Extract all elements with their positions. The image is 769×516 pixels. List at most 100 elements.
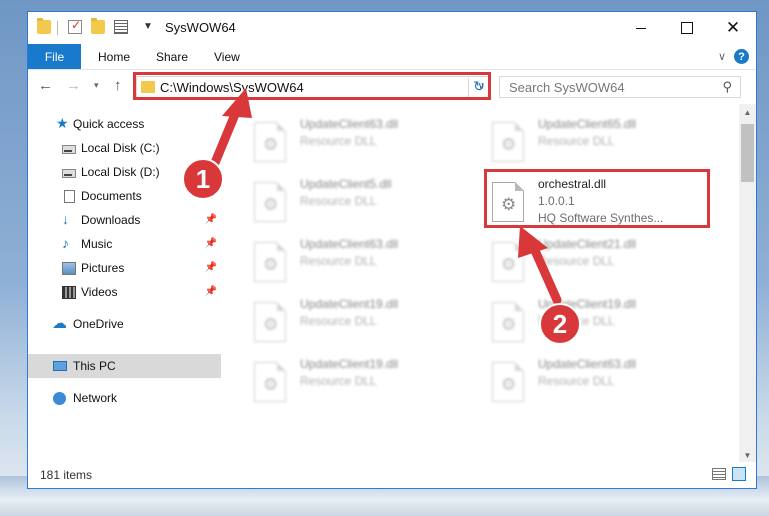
tab-file[interactable]: File [28,44,81,69]
dll-file-icon: ⚙ [254,242,286,282]
disk-icon [62,145,76,154]
gear-icon: ⚙ [263,255,279,274]
new-folder-icon[interactable] [91,18,105,34]
scroll-up-icon[interactable]: ▲ [739,104,756,121]
scroll-thumb[interactable] [741,124,754,182]
file-type: Resource DLL [300,374,377,388]
music-icon: ♪ [62,235,69,251]
forward-button[interactable]: → [66,77,81,94]
document-icon [64,190,75,203]
pictures-icon [62,262,76,275]
sidebar-item-local-disk-c[interactable]: Local Disk (C:) [28,136,221,160]
videos-icon [62,286,76,299]
close-button[interactable]: ✕ [710,12,756,44]
sidebar-item-pictures[interactable]: Pictures 📌 [28,256,221,280]
network-icon [53,392,66,405]
sidebar-item-quick-access[interactable]: ★ Quick access [28,112,221,136]
dll-file-icon: ⚙ [492,242,524,282]
file-type: Resource DLL [300,314,377,328]
sidebar-item-label: Quick access [73,117,145,131]
sidebar-item-label: Downloads [81,213,141,227]
status-bar: 181 items [28,462,756,488]
sidebar-item-onedrive[interactable]: ☁ OneDrive [28,312,221,336]
sidebar-item-videos[interactable]: Videos 📌 [28,280,221,304]
minimize-button[interactable] [618,12,664,44]
expand-ribbon-icon[interactable]: ∨ [718,50,726,63]
sidebar-item-music[interactable]: ♪ Music 📌 [28,232,221,256]
file-name: UpdateClient63.dll [538,357,637,371]
step-marker-2: 2 [539,303,581,345]
gear-icon: ⚙ [501,375,517,394]
dll-file-icon: ⚙ [492,302,524,342]
pin-icon[interactable]: 📌 [205,214,217,225]
sidebar-item-label: Local Disk (D:) [81,165,160,179]
file-name: UpdateClient5.dll [300,177,392,191]
back-button[interactable]: ← [38,77,53,94]
file-item[interactable]: ⚙ UpdateClient19.dll Resource DLL [246,294,476,350]
vertical-scrollbar[interactable]: ▲ ▼ [739,104,756,464]
sidebar-item-label: Videos [81,285,118,299]
maximize-button[interactable] [664,12,710,44]
up-button[interactable]: ↑ [114,77,122,94]
search-input[interactable]: Search SysWOW64 ⚲ [499,76,741,98]
step-marker-1: 1 [182,158,224,200]
pin-icon[interactable]: 📌 [205,262,217,273]
sidebar-item-label: Local Disk (C:) [81,141,160,155]
gear-icon: ⚙ [501,135,517,154]
navigation-pane: ★ Quick access Local Disk (C:) Local Dis… [28,104,221,464]
pin-icon[interactable]: 📌 [205,286,217,297]
file-item[interactable]: ⚙ UpdateClient21.dll Resource DLL [484,234,714,290]
file-item[interactable]: ⚙ UpdateClient63.dll Resource DLL [246,234,476,290]
title-separator [57,21,58,35]
file-type: Resource DLL [538,254,615,268]
tab-view[interactable]: View [214,50,240,64]
properties-icon[interactable] [68,18,82,34]
file-item[interactable]: ⚙ UpdateClient5.dll Resource DLL [246,174,476,230]
folder-icon[interactable] [37,18,51,34]
customize-view-icon[interactable] [114,20,128,34]
sidebar-item-label: Pictures [81,261,125,275]
recent-locations-button[interactable]: ▾ [94,80,99,91]
dll-file-icon: ⚙ [254,362,286,402]
gear-icon: ⚙ [263,195,279,214]
quick-access-toolbar-dropdown-icon[interactable]: ▼ [143,21,153,32]
pin-icon[interactable]: 📌 [205,238,217,249]
gear-icon: ⚙ [263,135,279,154]
large-icons-view-icon[interactable] [732,467,746,481]
sidebar-item-this-pc[interactable]: This PC [28,354,221,378]
sidebar-item-downloads[interactable]: ↓ Downloads 📌 [28,208,221,232]
tab-home[interactable]: Home [98,50,130,64]
dll-file-icon: ⚙ [254,182,286,222]
gear-icon: ⚙ [263,375,279,394]
gear-icon: ⚙ [501,315,517,334]
search-placeholder: Search SysWOW64 [509,80,625,95]
star-icon: ★ [56,115,69,131]
help-icon[interactable]: ? [734,49,749,64]
window-title: SysWOW64 [165,20,236,35]
cloud-icon: ☁ [52,315,67,332]
file-item[interactable]: ⚙ UpdateClient63.dll Resource DLL [246,114,476,170]
ribbon: File Home Share View ∨ ? [28,44,756,70]
details-view-icon[interactable] [712,468,726,480]
file-item[interactable]: ⚙ UpdateClient63.dll Resource DLL [484,354,714,410]
file-item[interactable]: ⚙ UpdateClient19.dll Resource DLL [484,294,714,350]
file-type: Resource DLL [300,194,377,208]
file-name: UpdateClient19.dll [300,297,399,311]
title-bar: ▼ SysWOW64 ✕ [28,12,756,44]
file-type: Resource DLL [300,254,377,268]
sidebar-item-network[interactable]: Network [28,386,221,410]
file-name: UpdateClient63.dll [300,237,399,251]
gear-icon: ⚙ [263,315,279,334]
gear-icon: ⚙ [501,255,517,274]
file-item[interactable]: ⚙ UpdateClient19.dll Resource DLL [246,354,476,410]
file-item[interactable]: ⚙ UpdateClient65.dll Resource DLL [484,114,714,170]
file-name: UpdateClient19.dll [300,357,399,371]
file-name: UpdateClient65.dll [538,117,637,131]
item-count: 181 items [40,468,93,482]
address-bar-highlight [133,72,491,100]
disk-icon [62,169,76,178]
download-icon: ↓ [62,211,69,227]
tab-share[interactable]: Share [156,50,188,64]
file-highlight [484,169,710,228]
search-icon[interactable]: ⚲ [722,79,732,95]
